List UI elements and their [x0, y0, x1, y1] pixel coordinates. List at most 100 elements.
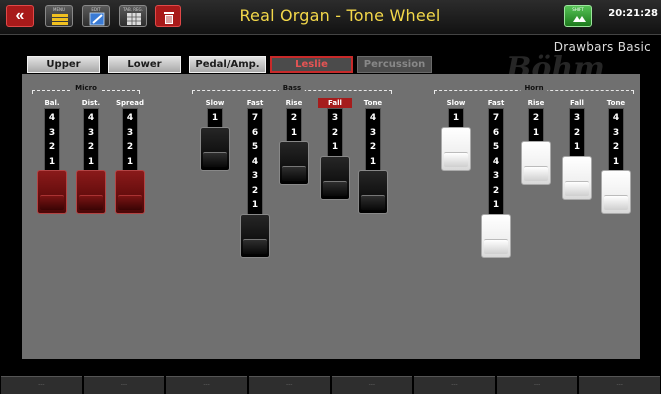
soft-button[interactable]: --- [83, 376, 165, 394]
drawbar-number: 4 [48, 113, 56, 123]
drawbar-number: 3 [573, 113, 581, 123]
drawbar-number: 4 [612, 113, 620, 123]
drawbar-number: 1 [452, 113, 460, 123]
drawbar-number: 2 [251, 185, 259, 196]
drawbar-number: 2 [290, 113, 298, 123]
page-title: Real Organ - Tone Wheel [239, 6, 441, 25]
drawbar-handle[interactable] [358, 170, 388, 214]
drawbar-handle[interactable] [601, 170, 631, 214]
drawbar-handle[interactable] [115, 170, 145, 214]
drawbar-handle[interactable] [240, 213, 270, 258]
clock: 20:21:28 [608, 8, 658, 19]
drawbar-label[interactable]: Fast [238, 98, 272, 108]
drawbar-scale: 3 2 1 [569, 108, 585, 160]
soft-button[interactable]: --- [1, 376, 82, 394]
drawbar-label[interactable]: Dist. [74, 98, 108, 108]
drawbar-scale: 21 [528, 108, 544, 145]
drawbar-number: 1 [87, 156, 95, 167]
drawbar-label[interactable]: Tone [599, 98, 633, 108]
drawbar-handle[interactable] [37, 170, 67, 214]
drawbar-number: 6 [251, 127, 259, 138]
soft-button[interactable]: --- [331, 376, 413, 394]
drawbar-number: 1 [369, 156, 377, 167]
drawbar-label[interactable]: Bal. [35, 98, 69, 108]
drawbar-number: 7 [251, 113, 259, 123]
drawbar-handle[interactable] [481, 213, 511, 258]
menu-button[interactable]: MENU [45, 5, 73, 27]
drawbar-number: 2 [369, 142, 377, 152]
drawbar-handle[interactable] [320, 155, 350, 200]
trash-icon [164, 12, 174, 24]
drawbar-number: 2 [87, 142, 95, 152]
tab-upper[interactable]: Upper [27, 56, 100, 73]
drawbar-scale: 21 [286, 108, 302, 145]
back-button[interactable]: « [6, 5, 34, 27]
menu-icon [52, 14, 68, 25]
drawbar-label[interactable]: Slow [198, 98, 232, 108]
drawbar-number: 3 [331, 113, 339, 123]
back-icon: « [15, 7, 25, 24]
drawbar-scale: 4 3 2 1 [44, 108, 60, 174]
drawbar-handle[interactable] [200, 126, 230, 171]
drawbar-scale: 4 3 2 1 [365, 108, 381, 174]
drawbar-number: 2 [573, 127, 581, 138]
soft-button[interactable]: --- [496, 376, 578, 394]
group-bass: Bass [192, 84, 392, 95]
page-subtitle: Drawbars Basic [553, 40, 651, 54]
drawbar-handle[interactable] [521, 141, 551, 185]
drawbar-number: 1 [290, 127, 298, 138]
drawbar-label[interactable]: Fall [560, 98, 594, 108]
drawbar-handle[interactable] [76, 170, 106, 214]
table-button[interactable]: TAB. REG. [119, 5, 147, 27]
drawbar-number: 7 [492, 113, 500, 123]
drawbar-label[interactable]: Rise [519, 98, 553, 108]
drawbar-number: 2 [532, 113, 540, 123]
drawbar-scale: 4 3 2 1 [83, 108, 99, 174]
drawbar-handle[interactable] [562, 155, 592, 200]
group-micro-label: Micro [71, 84, 101, 92]
tab-percussion[interactable]: Percussion [357, 56, 432, 73]
drawbar-number: 2 [48, 142, 56, 152]
drawbar-number: 2 [612, 142, 620, 152]
drawbar-number: 4 [126, 113, 134, 123]
edit-button[interactable]: EDIT [82, 5, 110, 27]
drawbar-scale: 7 6 5 4 3 2 1 [247, 108, 263, 218]
soft-button[interactable]: --- [248, 376, 330, 394]
tab-leslie[interactable]: Leslie [270, 56, 353, 73]
drawbar-number: 1 [492, 200, 500, 210]
drawbar-label[interactable]: Fall [318, 98, 352, 108]
drawbar-label[interactable]: Rise [277, 98, 311, 108]
drawbar-number: 2 [331, 127, 339, 138]
edit-icon [89, 12, 105, 26]
drawbar-number: 1 [251, 200, 259, 210]
group-bass-label: Bass [278, 84, 306, 92]
drawbar-label[interactable]: Spread [113, 98, 147, 108]
soft-button[interactable]: --- [414, 376, 495, 394]
drawbar-number: 4 [251, 156, 259, 167]
drawbar-number: 1 [48, 156, 56, 167]
drawbar-label[interactable]: Slow [439, 98, 473, 108]
drawbar-number: 3 [126, 127, 134, 138]
drawbar-number: 1 [532, 127, 540, 138]
organ-screen: « MENU EDIT TAB. REG. Real Organ - Tone … [0, 0, 661, 394]
soft-button[interactable]: --- [579, 376, 660, 394]
group-horn-label: Horn [520, 84, 548, 92]
drawbar-scale: 4 3 2 1 [608, 108, 624, 174]
drawbar-number: 1 [573, 142, 581, 152]
drawbar-number: 1 [211, 113, 219, 123]
soft-button[interactable]: --- [166, 376, 247, 394]
group-micro: Micro [32, 84, 140, 95]
drawbar-label[interactable]: Fast [479, 98, 513, 108]
shift-button[interactable]: SHIFT [564, 5, 592, 27]
tab-pedal-amp[interactable]: Pedal/Amp. [189, 56, 266, 73]
top-bar: « MENU EDIT TAB. REG. Real Organ - Tone … [0, 0, 661, 35]
drawbar-number: 4 [87, 113, 95, 123]
delete-button[interactable] [155, 5, 181, 27]
drawbar-label[interactable]: Tone [356, 98, 390, 108]
drawbar-handle[interactable] [441, 126, 471, 171]
tab-lower[interactable]: Lower [108, 56, 181, 73]
drawbar-number: 2 [126, 142, 134, 152]
drawbar-handle[interactable] [279, 141, 309, 185]
shift-icon [573, 16, 586, 22]
drawbar-number: 3 [251, 171, 259, 181]
